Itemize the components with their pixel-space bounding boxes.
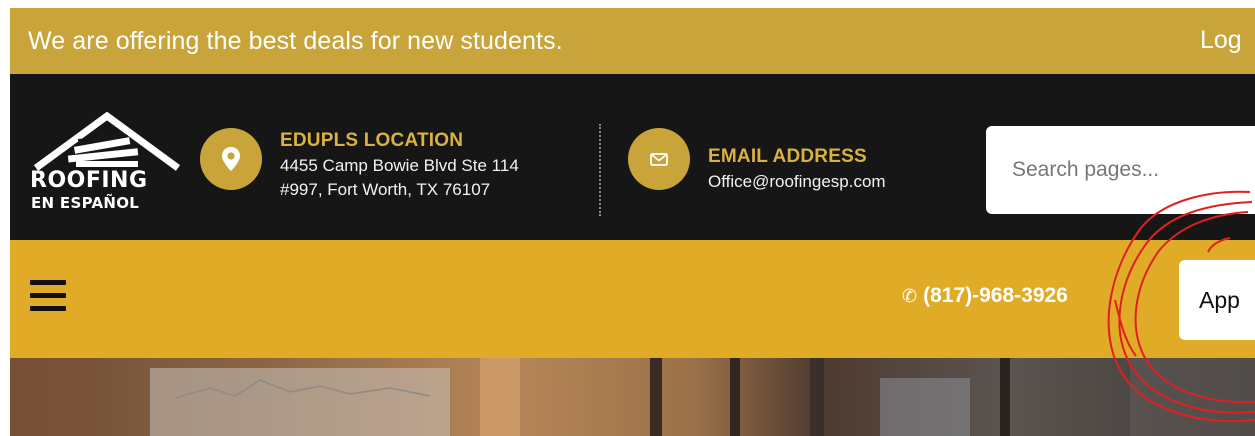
hamburger-line	[30, 280, 66, 285]
phone-link[interactable]: ✆ (817)-968-3926	[902, 284, 1068, 308]
site-logo[interactable]: ROOFING EN ESPAÑOL	[26, 112, 186, 222]
envelope-icon	[650, 152, 668, 166]
phone-number: (817)-968-3926	[923, 284, 1068, 307]
announcement-bar: We are offering the best deals for new s…	[10, 8, 1255, 74]
hamburger-line	[30, 293, 66, 298]
roof-logo-icon	[33, 112, 181, 171]
hamburger-menu-button[interactable]	[30, 280, 66, 312]
search-input[interactable]	[986, 126, 1255, 214]
email-address[interactable]: Office@roofingesp.com	[708, 172, 886, 192]
header-divider	[599, 124, 601, 216]
login-link[interactable]: Log	[1200, 26, 1242, 55]
phone-icon: ✆	[902, 285, 918, 306]
hero-photo-shapes	[10, 358, 1255, 436]
location-icon-circle	[200, 128, 262, 190]
location-title: EDUPLS LOCATION	[280, 130, 464, 151]
map-pin-icon	[222, 147, 240, 171]
apply-button[interactable]: App	[1179, 260, 1255, 340]
announcement-text: We are offering the best deals for new s…	[28, 26, 563, 55]
hero-image	[10, 358, 1255, 436]
site-header: ROOFING EN ESPAÑOL EDUPLS LOCATION 4455 …	[10, 74, 1255, 240]
email-title: EMAIL ADDRESS	[708, 146, 867, 167]
nav-bar: ✆ (817)-968-3926 App	[10, 240, 1255, 358]
email-icon-circle	[628, 128, 690, 190]
location-address-line1: 4455 Camp Bowie Blvd Ste 114	[280, 156, 519, 175]
location-address-line2: #997, Fort Worth, TX 76107	[280, 180, 491, 199]
hamburger-line	[30, 306, 66, 311]
logo-text-roofing: ROOFING	[30, 168, 148, 193]
page-frame: We are offering the best deals for new s…	[10, 8, 1255, 436]
logo-text-en-espanol: EN ESPAÑOL	[31, 194, 140, 212]
